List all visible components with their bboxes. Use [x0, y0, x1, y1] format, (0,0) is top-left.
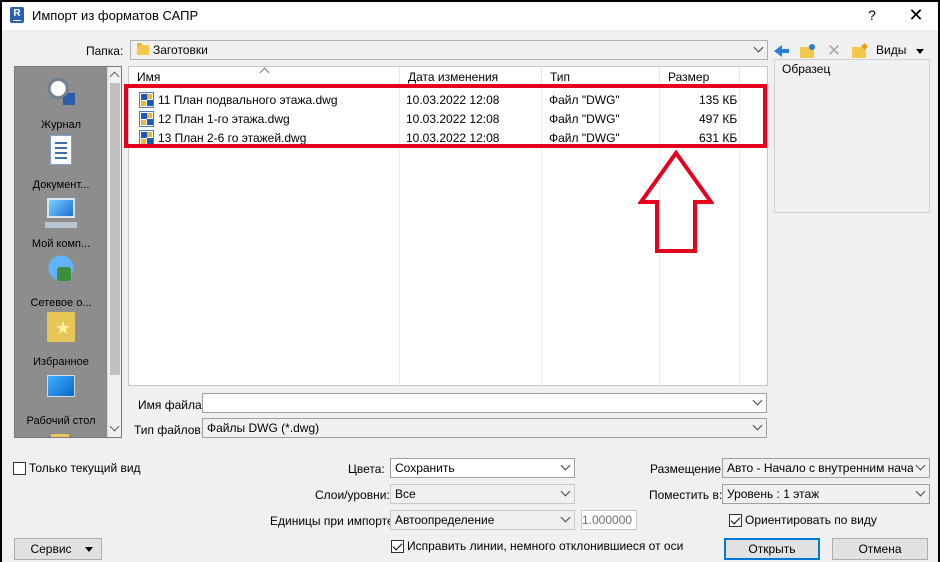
- chevron-down-icon: [560, 486, 571, 497]
- revit-app-icon: R: [10, 7, 24, 23]
- filename-input[interactable]: [202, 393, 767, 413]
- chevron-down-icon[interactable]: [752, 395, 763, 406]
- delete-icon[interactable]: ✕: [824, 42, 844, 60]
- documents-icon: [50, 135, 72, 165]
- place-label: Рабочий стол: [26, 415, 96, 427]
- title-bar: R Импорт из форматов САПР ? ✕: [2, 2, 938, 30]
- up-folder-icon[interactable]: [798, 42, 818, 60]
- help-button[interactable]: ?: [860, 4, 884, 26]
- service-button-label: Сервис: [30, 542, 72, 556]
- favorites-icon: [47, 312, 75, 342]
- chevron-down-icon: [752, 420, 763, 431]
- place-computer[interactable]: Мой комп...: [15, 194, 107, 252]
- chevron-down-icon: [560, 512, 571, 523]
- cancel-button[interactable]: Отмена: [832, 538, 928, 560]
- close-button[interactable]: ✕: [904, 4, 928, 26]
- fix-lines-label[interactable]: Исправить линии, немного отклонившиеся о…: [407, 539, 683, 553]
- place-label: Журнал: [40, 119, 82, 131]
- service-button[interactable]: Сервис: [14, 538, 102, 560]
- current-view-only-label[interactable]: Только текущий вид: [29, 461, 141, 475]
- chevron-down-icon: [753, 42, 764, 53]
- orient-to-view-checkbox[interactable]: [729, 514, 742, 527]
- orient-to-view-label[interactable]: Ориентировать по виду: [745, 513, 877, 527]
- annotation-arrow-icon: [638, 150, 714, 253]
- placement-label: Размещение:: [650, 462, 725, 476]
- folder-label: Папка:: [86, 44, 124, 58]
- preview-panel: [774, 59, 930, 213]
- layers-dropdown[interactable]: Все: [390, 484, 575, 504]
- place-label: Документ...: [32, 179, 90, 191]
- place-label: Мой комп...: [31, 238, 91, 250]
- units-dropdown[interactable]: Автоопределение: [390, 510, 575, 530]
- places-sidebar: Журнал Документ... Мой комп... Сетевое о…: [14, 66, 122, 438]
- views-caret-icon[interactable]: [916, 49, 924, 54]
- back-arrow-icon[interactable]: [772, 42, 792, 60]
- scroll-down-icon[interactable]: [109, 421, 120, 432]
- open-button[interactable]: Открыть: [724, 538, 820, 560]
- history-icon: [47, 75, 75, 105]
- chevron-down-icon: [915, 460, 926, 471]
- colors-dropdown[interactable]: Сохранить: [390, 458, 575, 478]
- preview-label: Образец: [782, 62, 831, 76]
- views-button[interactable]: Виды: [876, 43, 906, 57]
- units-scale-input[interactable]: 1.000000: [581, 510, 637, 530]
- folder-dropdown[interactable]: Заготовки: [130, 40, 768, 60]
- scroll-up-icon[interactable]: [109, 71, 120, 82]
- filetype-dropdown[interactable]: Файлы DWG (*.dwg): [202, 418, 767, 438]
- places-list: Журнал Документ... Мой комп... Сетевое о…: [15, 67, 107, 437]
- chevron-down-icon: [560, 460, 571, 471]
- place-desktop[interactable]: Рабочий стол: [15, 371, 107, 429]
- window-title: Импорт из форматов САПР: [32, 8, 199, 23]
- filetype-value: Файлы DWG (*.dwg): [207, 421, 320, 435]
- place-label: Сетевое о...: [30, 297, 92, 309]
- network-icon: [47, 253, 75, 283]
- places-scrollbar[interactable]: [107, 67, 121, 437]
- scrollbar-thumb[interactable]: [110, 83, 120, 375]
- units-label: Единицы при импорте:: [270, 514, 397, 528]
- layers-label: Слои/уровни:: [315, 488, 390, 502]
- folder-icon: [51, 434, 69, 437]
- placement-dropdown[interactable]: Авто - Начало с внутренним началом: [722, 458, 930, 478]
- folder-icon: [137, 43, 149, 55]
- units-value: Автоопределение: [395, 513, 495, 527]
- place-history[interactable]: Журнал: [15, 75, 107, 133]
- place-at-dropdown[interactable]: Уровень : 1 этаж: [722, 484, 930, 504]
- place-network[interactable]: Сетевое о...: [15, 253, 107, 311]
- chevron-down-icon: [915, 486, 926, 497]
- new-folder-icon[interactable]: [850, 42, 870, 60]
- folder-value: Заготовки: [153, 43, 208, 57]
- place-at-label: Поместить в:: [649, 488, 723, 502]
- placement-value: Авто - Начало с внутренним началом: [727, 461, 913, 475]
- layers-value: Все: [395, 487, 416, 501]
- desktop-icon: [47, 375, 75, 397]
- place-documents[interactable]: Документ...: [15, 135, 107, 193]
- place-favorites[interactable]: Избранное: [15, 312, 107, 370]
- fix-lines-checkbox[interactable]: [391, 540, 404, 553]
- filetype-label: Тип файлов:: [134, 423, 205, 437]
- caret-down-icon: [85, 547, 93, 552]
- filename-label: Имя файла:: [138, 398, 205, 412]
- current-view-only-checkbox[interactable]: [13, 462, 26, 475]
- colors-value: Сохранить: [395, 461, 455, 475]
- place-label: Избранное: [33, 356, 89, 368]
- colors-label: Цвета:: [348, 462, 385, 476]
- computer-icon: [45, 198, 77, 228]
- highlight-box: [124, 84, 767, 148]
- place-at-value: Уровень : 1 этаж: [727, 487, 820, 501]
